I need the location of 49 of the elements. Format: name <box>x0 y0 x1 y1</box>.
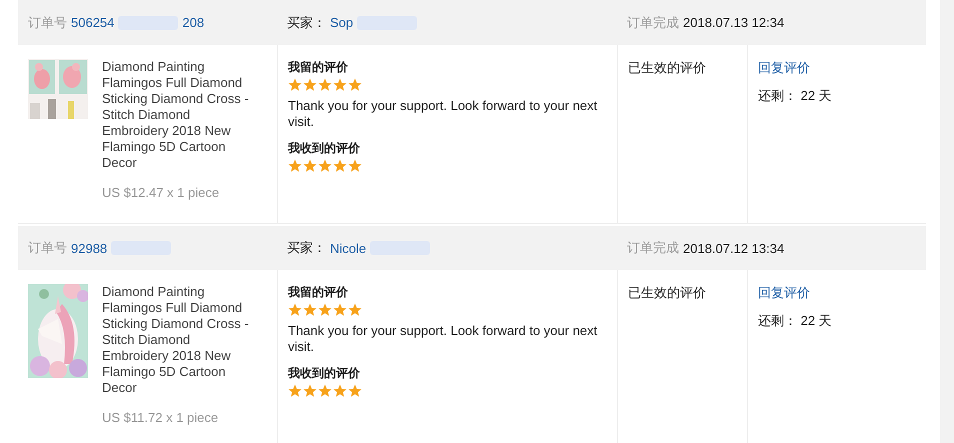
order-number[interactable]: 506254 <box>71 15 114 30</box>
buyer-label: 买家： <box>287 14 326 32</box>
order-number[interactable]: 208 <box>182 15 204 30</box>
completed-time: 2018.07.13 12:34 <box>683 15 784 30</box>
review-text: Thank you for your support. Look forward to your next visit. <box>288 323 598 355</box>
review-heading: 我收到的评价 <box>288 365 361 381</box>
review-heading: 我收到的评价 <box>288 140 361 156</box>
star-icon <box>348 78 362 92</box>
star-icon <box>288 78 302 92</box>
order-label: 订单号 <box>28 239 67 257</box>
star-icon <box>318 159 332 173</box>
star-icon <box>333 384 347 398</box>
review-text: Thank you for your support. Look forward to your next visit. <box>288 98 598 130</box>
remaining-days: 还剩： 22 天 <box>758 312 832 330</box>
completed-label: 订单完成 <box>627 239 679 257</box>
buyer-label: 买家： <box>287 239 326 257</box>
star-icon <box>303 159 317 173</box>
completed-time: 2018.07.12 13:34 <box>683 240 784 256</box>
buyer-name[interactable]: Nicole <box>330 240 366 256</box>
review-heading: 我留的评价 <box>288 59 349 75</box>
star-icon <box>303 384 317 398</box>
star-icon <box>288 303 302 317</box>
completed-label: 订单完成 <box>627 14 679 32</box>
star-icon <box>303 78 317 92</box>
reply-review-link[interactable]: 回复评价 <box>758 59 810 77</box>
buyer-name[interactable]: Sop <box>330 15 354 30</box>
review-status: 已生效的评价 <box>628 60 706 75</box>
star-icon <box>333 159 347 173</box>
price: US $11.72 x 1 piece <box>102 410 220 425</box>
product-title[interactable]: Diamond Painting Flamingos Full Diamond Sticking Diamond Cross - Stitch Diamond Embroidery 2018 New Flamingo 5D Cartoon Decor <box>102 59 260 171</box>
star-icon <box>318 78 332 92</box>
reply-review-link[interactable]: 回复评价 <box>758 284 810 302</box>
product-title[interactable]: Diamond Painting Flamingos Full Diamond Sticking Diamond Cross - Stitch Diamond Embroidery 2018 New Flamingo 5D Cartoon Decor <box>102 284 260 396</box>
remaining-days: 还剩： 22 天 <box>758 87 832 105</box>
review-heading: 我留的评价 <box>288 284 349 300</box>
order-number[interactable]: 92988 <box>71 240 108 256</box>
star-icon <box>318 303 332 317</box>
star-icon <box>348 159 362 173</box>
star-icon <box>348 303 362 317</box>
order-label: 订单号 <box>28 14 67 32</box>
star-icon <box>348 384 362 398</box>
star-icon <box>288 159 302 173</box>
star-icon <box>288 384 302 398</box>
star-icon <box>333 303 347 317</box>
review-status: 已生效的评价 <box>628 285 706 300</box>
price: US $12.47 x 1 piece <box>102 185 220 200</box>
star-icon <box>303 303 317 317</box>
star-icon <box>318 384 332 398</box>
star-icon <box>333 78 347 92</box>
